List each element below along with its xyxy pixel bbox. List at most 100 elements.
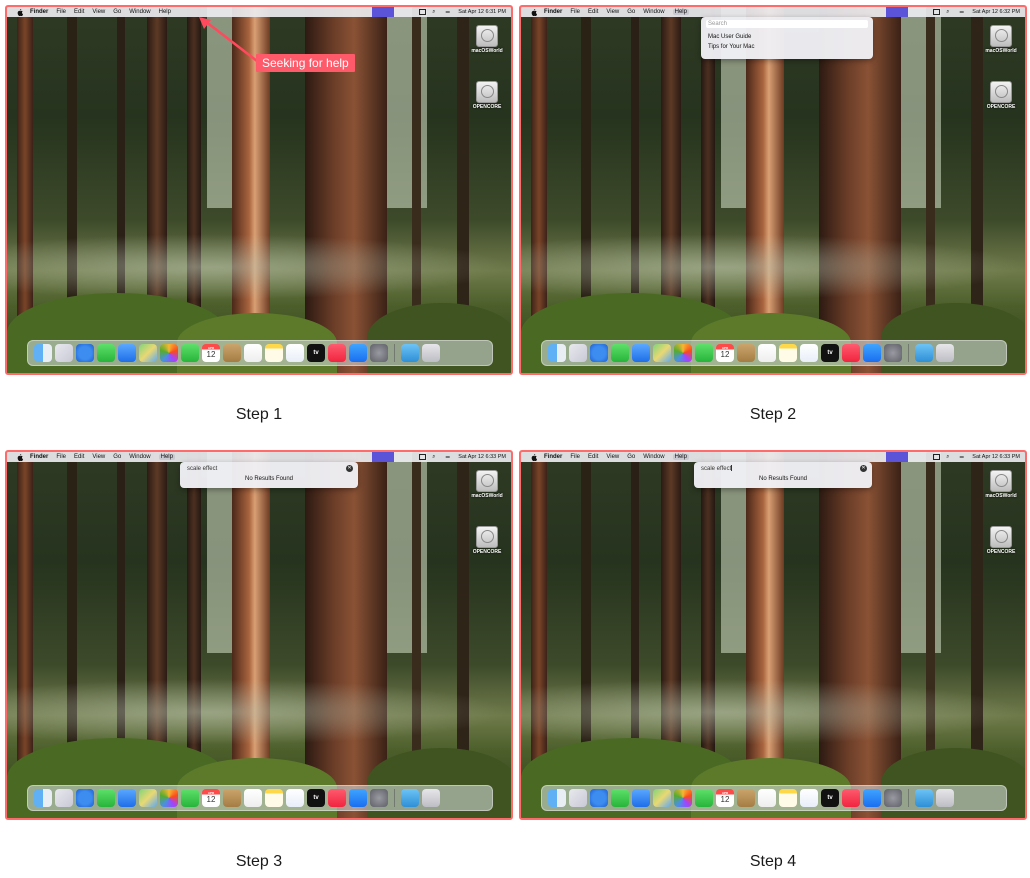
safari-icon[interactable]	[76, 344, 94, 362]
clock[interactable]: Sat Apr 12 6:31 PM	[458, 9, 506, 15]
launchpad-icon[interactable]	[569, 344, 587, 362]
menu-help[interactable]: Help	[672, 454, 689, 460]
screen-mirroring-icon[interactable]	[419, 454, 427, 460]
menu-view[interactable]: View	[606, 9, 619, 15]
messages-icon[interactable]	[611, 789, 629, 807]
contacts-icon[interactable]	[737, 789, 755, 807]
app-store-icon[interactable]	[349, 789, 367, 807]
spotlight-icon[interactable]: ⌕	[946, 9, 953, 15]
menu-finder[interactable]: Finder	[544, 454, 562, 460]
trash-icon[interactable]	[936, 789, 954, 807]
menu-view[interactable]: View	[92, 9, 105, 15]
control-center-icon[interactable]: ⚌	[445, 9, 452, 15]
spotlight-icon[interactable]: ⌕	[946, 454, 953, 460]
calendar-icon[interactable]: APR 12	[202, 789, 220, 807]
trash-icon[interactable]	[422, 344, 440, 362]
notes-icon[interactable]	[779, 789, 797, 807]
menu-go[interactable]: Go	[627, 454, 635, 460]
music-icon[interactable]	[328, 789, 346, 807]
tv-icon[interactable]: tv	[307, 789, 325, 807]
help-search-input[interactable]: scale effect	[185, 465, 353, 473]
opencore-disk-icon[interactable]: OPENCORE	[981, 526, 1021, 555]
app-store-icon[interactable]	[863, 344, 881, 362]
freeform-icon[interactable]	[800, 789, 818, 807]
system-settings-icon[interactable]	[370, 789, 388, 807]
mail-icon[interactable]	[118, 344, 136, 362]
trash-icon[interactable]	[422, 789, 440, 807]
clear-search-icon[interactable]: ✕	[860, 465, 867, 472]
control-center-icon[interactable]: ⚌	[959, 454, 966, 460]
menu-window[interactable]: Window	[643, 454, 664, 460]
menu-window[interactable]: Window	[129, 454, 150, 460]
apple-menu-icon[interactable]	[530, 8, 538, 16]
downloads-icon[interactable]	[401, 344, 419, 362]
menu-help[interactable]: Help	[159, 9, 171, 15]
reminders-icon[interactable]	[244, 344, 262, 362]
app-store-icon[interactable]	[349, 344, 367, 362]
messages-icon[interactable]	[97, 344, 115, 362]
tv-icon[interactable]: tv	[821, 344, 839, 362]
finder-icon[interactable]	[34, 789, 52, 807]
launchpad-icon[interactable]	[55, 344, 73, 362]
menu-view[interactable]: View	[606, 454, 619, 460]
calendar-icon[interactable]: APR 12	[716, 344, 734, 362]
spotlight-icon[interactable]: ⌕	[432, 454, 439, 460]
notes-icon[interactable]	[265, 344, 283, 362]
system-settings-icon[interactable]	[370, 344, 388, 362]
menu-view[interactable]: View	[92, 454, 105, 460]
downloads-icon[interactable]	[915, 344, 933, 362]
photos-icon[interactable]	[674, 344, 692, 362]
maps-icon[interactable]	[653, 344, 671, 362]
menu-go[interactable]: Go	[627, 9, 635, 15]
launchpad-icon[interactable]	[55, 789, 73, 807]
menu-finder[interactable]: Finder	[30, 454, 48, 460]
launchpad-icon[interactable]	[569, 789, 587, 807]
spotlight-icon[interactable]: ⌕	[432, 9, 439, 15]
macosworld-disk-icon[interactable]: macOSWorld	[981, 25, 1021, 54]
contacts-icon[interactable]	[223, 344, 241, 362]
maps-icon[interactable]	[139, 789, 157, 807]
screen-mirroring-icon[interactable]	[419, 9, 427, 15]
menu-window[interactable]: Window	[129, 9, 150, 15]
music-icon[interactable]	[842, 344, 860, 362]
menu-help[interactable]: Help	[672, 9, 689, 15]
tips-for-your-mac-item[interactable]: Tips for Your Mac	[708, 44, 754, 50]
reminders-icon[interactable]	[244, 789, 262, 807]
tv-icon[interactable]: tv	[307, 344, 325, 362]
opencore-disk-icon[interactable]: OPENCORE	[467, 526, 507, 555]
finder-icon[interactable]	[548, 789, 566, 807]
mac-user-guide-item[interactable]: Mac User Guide	[708, 34, 751, 40]
menu-file[interactable]: File	[570, 454, 580, 460]
photos-icon[interactable]	[674, 789, 692, 807]
app-store-icon[interactable]	[863, 789, 881, 807]
macosworld-disk-icon[interactable]: macOSWorld	[467, 25, 507, 54]
notes-icon[interactable]	[265, 789, 283, 807]
macosworld-disk-icon[interactable]: macOSWorld	[981, 470, 1021, 499]
menu-help[interactable]: Help	[158, 454, 175, 460]
facetime-icon[interactable]	[181, 344, 199, 362]
macosworld-disk-icon[interactable]: macOSWorld	[467, 470, 507, 499]
tv-icon[interactable]: tv	[821, 789, 839, 807]
reminders-icon[interactable]	[758, 789, 776, 807]
contacts-icon[interactable]	[223, 789, 241, 807]
clock[interactable]: Sat Apr 12 6:33 PM	[458, 454, 506, 460]
system-settings-icon[interactable]	[884, 344, 902, 362]
menu-finder[interactable]: Finder	[544, 9, 562, 15]
opencore-disk-icon[interactable]: OPENCORE	[467, 81, 507, 110]
reminders-icon[interactable]	[758, 344, 776, 362]
calendar-icon[interactable]: APR 12	[202, 344, 220, 362]
menu-window[interactable]: Window	[643, 9, 664, 15]
photos-icon[interactable]	[160, 789, 178, 807]
screen-mirroring-icon[interactable]	[933, 9, 941, 15]
apple-menu-icon[interactable]	[530, 453, 538, 461]
mail-icon[interactable]	[632, 344, 650, 362]
screen-mirroring-icon[interactable]	[933, 454, 941, 460]
downloads-icon[interactable]	[401, 789, 419, 807]
apple-menu-icon[interactable]	[16, 453, 24, 461]
menu-file[interactable]: File	[56, 9, 66, 15]
safari-icon[interactable]	[590, 789, 608, 807]
menu-file[interactable]: File	[56, 454, 66, 460]
control-center-icon[interactable]: ⚌	[445, 454, 452, 460]
clear-search-icon[interactable]: ✕	[346, 465, 353, 472]
system-settings-icon[interactable]	[884, 789, 902, 807]
